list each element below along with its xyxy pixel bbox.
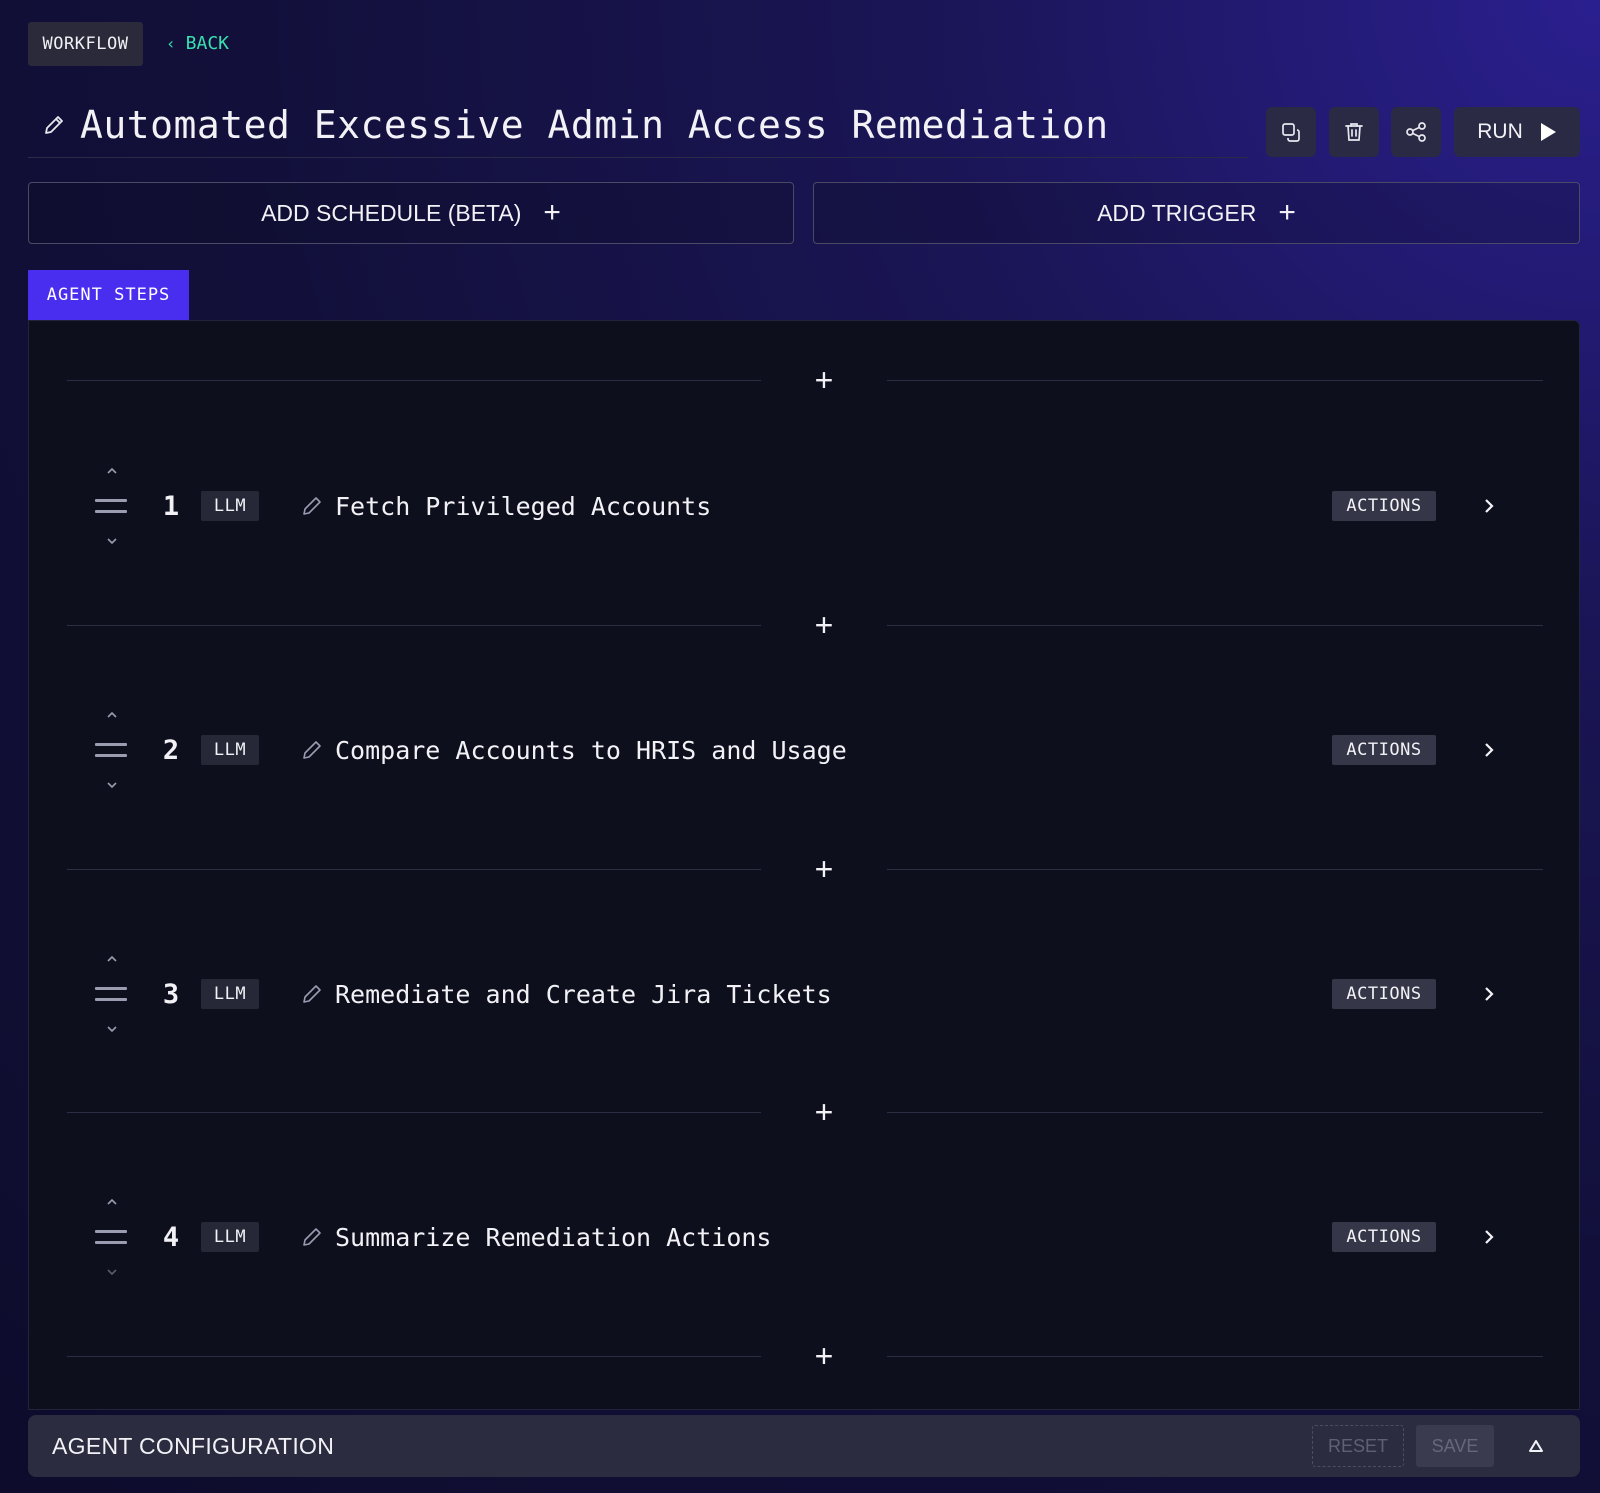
add-schedule-button[interactable]: ADD SCHEDULE (BETA) + [28,182,794,244]
pencil-icon[interactable] [301,983,323,1005]
plus-icon: + [1278,196,1296,229]
add-trigger-label: ADD TRIGGER [1097,199,1257,226]
divider-line [887,1356,1543,1357]
run-button[interactable]: RUN [1454,107,1580,157]
pencil-icon [45,115,63,134]
workflow-badge: WORKFLOW [28,22,143,66]
chevron-right-icon [1485,1230,1494,1244]
step-actions-button[interactable]: ACTIONS [1332,735,1436,765]
divider-line [887,380,1543,381]
run-label: RUN [1477,120,1523,143]
step-row: 4 LLM Summarize Remediation Actions ACTI… [67,1192,1543,1282]
chevron-down-icon[interactable] [104,779,120,791]
reorder-controls [95,705,129,795]
chevron-right-icon [1485,743,1494,757]
step-name[interactable]: Summarize Remediation Actions [335,1220,772,1254]
step-number: 3 [162,978,180,1010]
step-name[interactable]: Fetch Privileged Accounts [335,489,711,523]
expand-step-button[interactable] [1477,494,1501,518]
chevron-right-icon [1485,987,1494,1001]
reset-button[interactable]: RESET [1312,1425,1404,1467]
back-link[interactable]: ‹ BACK [166,30,229,56]
agent-configuration-bar[interactable]: AGENT CONFIGURATION RESET SAVE [28,1415,1580,1477]
delete-button[interactable] [1329,107,1379,157]
duplicate-icon [1282,123,1300,142]
reorder-controls [95,949,129,1039]
expand-step-button[interactable] [1477,738,1501,762]
agent-steps-panel: + 1 LLM Fetch Privileged Accounts ACTION… [28,320,1580,1410]
plus-icon: + [543,196,561,229]
step-row: 3 LLM Remediate and Create Jira Tickets … [67,949,1543,1039]
chevron-left-icon: ‹ [166,33,176,53]
chevron-right-icon [1485,499,1494,513]
chevron-up-icon[interactable] [104,465,120,477]
reorder-controls [95,1192,129,1282]
page-title: Automated Excessive Admin Access Remedia… [80,102,1109,147]
step-number: 1 [162,490,180,522]
step-divider: + [67,609,1543,641]
tab-agent-steps[interactable]: AGENT STEPS [28,270,189,320]
step-type-badge: LLM [201,735,259,765]
step-divider: + [67,1096,1543,1128]
title-field[interactable]: Automated Excessive Admin Access Remedia… [28,92,1248,158]
chevron-down-icon[interactable] [104,535,120,547]
add-step-button[interactable]: + [809,853,839,885]
back-label: BACK [185,32,229,54]
expand-step-button[interactable] [1477,1225,1501,1249]
chevron-down-icon[interactable] [104,1023,120,1035]
step-type-badge: LLM [201,1222,259,1252]
add-step-button[interactable]: + [809,1340,839,1372]
duplicate-button[interactable] [1266,107,1316,157]
step-type-badge: LLM [201,491,259,521]
step-divider: + [67,853,1543,885]
pencil-icon[interactable] [301,495,323,517]
step-number: 2 [162,734,180,766]
step-divider: + [67,364,1543,396]
add-trigger-button[interactable]: ADD TRIGGER + [813,182,1580,244]
step-name[interactable]: Remediate and Create Jira Tickets [335,977,832,1011]
divider-line [67,625,761,626]
divider-line [887,625,1543,626]
expand-step-button[interactable] [1477,982,1501,1006]
step-divider: + [67,1340,1543,1372]
step-number: 4 [162,1221,180,1253]
divider-line [67,1356,761,1357]
step-name[interactable]: Compare Accounts to HRIS and Usage [335,733,847,767]
triangle-up-icon [1529,1440,1543,1452]
step-actions-button[interactable]: ACTIONS [1332,491,1436,521]
divider-line [887,1112,1543,1113]
step-row: 2 LLM Compare Accounts to HRIS and Usage… [67,705,1543,795]
toggle-config-button[interactable] [1524,1434,1548,1458]
step-actions-button[interactable]: ACTIONS [1332,979,1436,1009]
divider-line [67,1112,761,1113]
share-icon [1406,122,1426,142]
drag-handle-icon[interactable] [95,985,129,1003]
step-type-badge: LLM [201,979,259,1009]
divider-line [67,380,761,381]
add-step-button[interactable]: + [809,364,839,396]
trash-icon [1345,123,1363,141]
save-button[interactable]: SAVE [1416,1425,1494,1467]
divider-line [67,869,761,870]
chevron-up-icon[interactable] [104,953,120,965]
pencil-icon[interactable] [301,739,323,761]
chevron-up-icon[interactable] [104,1196,120,1208]
drag-handle-icon[interactable] [95,1228,129,1246]
add-schedule-label: ADD SCHEDULE (BETA) [261,199,522,226]
step-row: 1 LLM Fetch Privileged Accounts ACTIONS [67,461,1543,551]
chevron-down-icon[interactable] [104,1266,120,1278]
divider-line [887,869,1543,870]
play-icon [1540,123,1556,141]
add-step-button[interactable]: + [809,609,839,641]
pencil-icon[interactable] [301,1226,323,1248]
config-title: AGENT CONFIGURATION [52,1432,335,1459]
step-actions-button[interactable]: ACTIONS [1332,1222,1436,1252]
share-button[interactable] [1391,107,1441,157]
drag-handle-icon[interactable] [95,497,129,515]
reorder-controls [95,461,129,551]
add-step-button[interactable]: + [809,1096,839,1128]
drag-handle-icon[interactable] [95,741,129,759]
chevron-up-icon[interactable] [104,709,120,721]
